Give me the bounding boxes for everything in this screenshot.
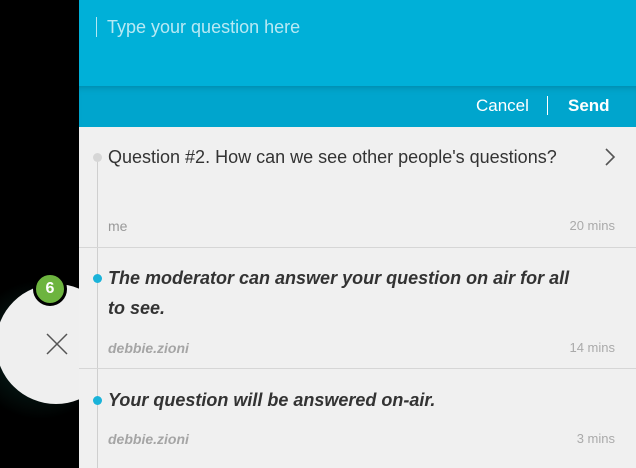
question-author: me [108,218,128,234]
question-input[interactable] [107,12,607,42]
question-count-badge: 6 [33,272,67,306]
answer-author: debbie.zioni [108,431,189,447]
send-button[interactable]: Send [568,96,610,116]
question-time: 20 mins [569,218,615,233]
answer-item: Your question will be answered on-air. d… [79,369,636,468]
answer-dot [93,396,102,405]
answer-author: debbie.zioni [108,340,189,356]
answer-text: Your question will be answered on-air. [108,390,436,410]
timeline-dot [93,153,102,162]
answer-time: 3 mins [576,431,615,446]
question-text: Question #2. How can we see other people… [108,147,557,167]
text-caret [96,17,97,37]
composer-actions: Cancel Send [79,86,636,127]
answer-time: 14 mins [569,340,615,355]
answer-text: The moderator can answer your question o… [108,268,570,318]
cancel-button[interactable]: Cancel [476,96,529,116]
answer-item: The moderator can answer your question o… [79,248,636,369]
chevron-right-icon[interactable] [604,147,616,172]
answer-dot [93,274,102,283]
qa-panel: Cancel Send Question #2. How can we see … [79,0,636,468]
question-feed: Question #2. How can we see other people… [79,127,636,468]
question-composer [79,0,636,86]
actions-divider [547,96,548,115]
close-icon [46,333,68,355]
question-item[interactable]: Question #2. How can we see other people… [79,127,636,248]
